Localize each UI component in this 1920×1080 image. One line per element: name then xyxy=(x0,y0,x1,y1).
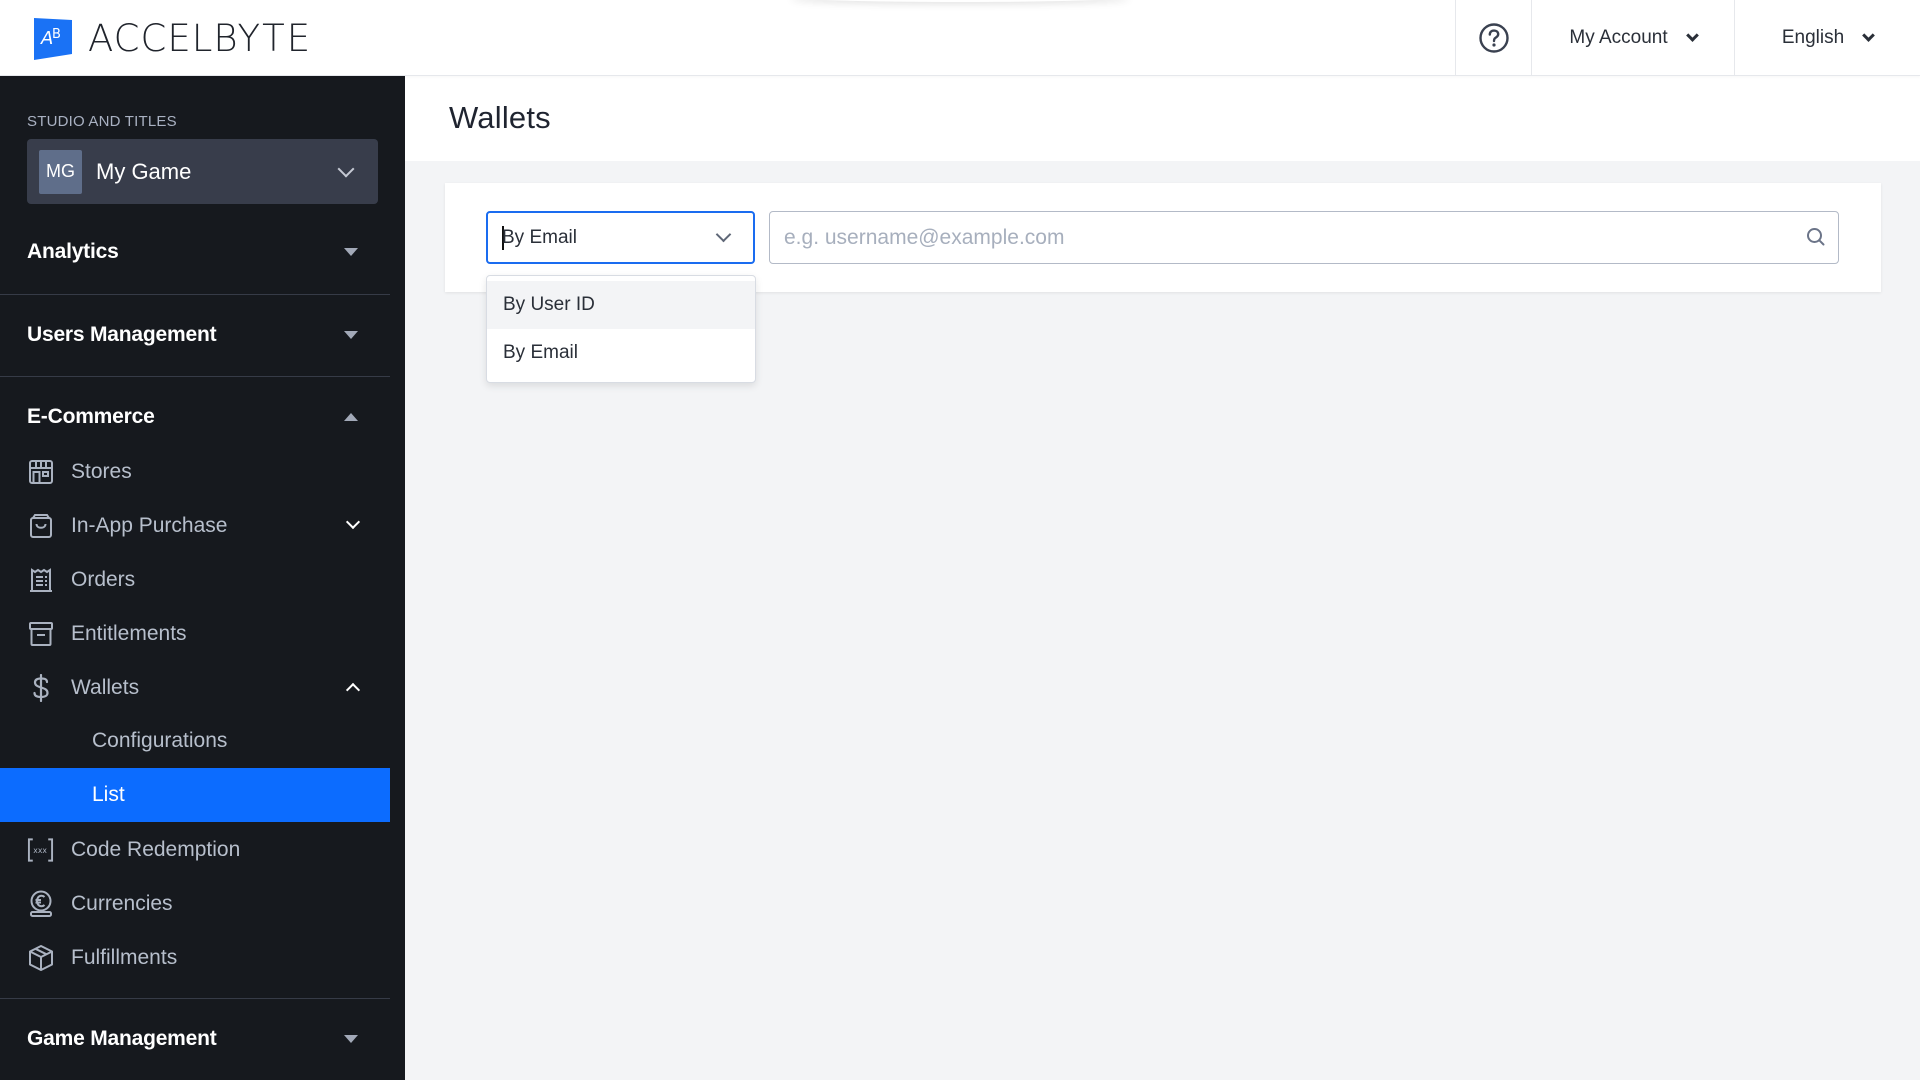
brand-name-accel: ACCEL xyxy=(88,17,214,60)
title-selector[interactable]: MG My Game xyxy=(27,139,378,204)
logo-mark-icon: A B xyxy=(34,18,72,60)
package-icon xyxy=(27,945,54,972)
sidebar-item-fulfillments[interactable]: Fulfillments xyxy=(0,931,390,985)
nav-label: Code Redemption xyxy=(71,838,241,861)
search-filter-dropdown: By User ID By Email xyxy=(486,275,756,383)
nav-label: Wallets xyxy=(71,676,140,699)
caret-down-icon xyxy=(344,331,358,339)
euro-coin-icon xyxy=(27,890,54,918)
nav-label: In-App Purchase xyxy=(71,514,228,537)
sidebar-item-wallets-configurations[interactable]: Configurations xyxy=(0,714,390,768)
chevron-down-icon xyxy=(337,160,355,177)
search-filter-select[interactable]: By Email xyxy=(486,211,755,264)
sidebar-item-entitlements[interactable]: Entitlements xyxy=(0,607,390,661)
nav-label: Stores xyxy=(71,460,132,483)
sidebar-divider xyxy=(0,376,390,377)
chevron-down-icon xyxy=(715,226,732,243)
dollar-icon xyxy=(27,674,54,702)
sidebar-divider xyxy=(0,998,390,999)
nav-label: Orders xyxy=(71,568,136,591)
search-icon[interactable] xyxy=(1806,227,1826,247)
store-icon xyxy=(27,459,54,486)
nav-label: Currencies xyxy=(71,892,173,915)
help-button[interactable] xyxy=(1455,0,1531,76)
nav-label: List xyxy=(92,783,125,806)
chevron-down-icon xyxy=(345,514,361,530)
brand-name: ACCELBYTE xyxy=(88,18,312,60)
sidebar-section-analytics[interactable]: Analytics xyxy=(0,228,390,276)
sidebar-section-users-management[interactable]: Users Management xyxy=(0,311,390,359)
top-notification-shadow xyxy=(790,0,1130,2)
section-label: Analytics xyxy=(27,240,119,263)
chevron-down-icon xyxy=(1862,29,1876,42)
sidebar-item-code-redemption[interactable]: xxx Code Redemption xyxy=(0,823,390,877)
archive-icon xyxy=(27,621,54,648)
sidebar-divider xyxy=(0,294,390,295)
dropdown-option-by-email[interactable]: By Email xyxy=(487,329,755,377)
search-filter-value: By Email xyxy=(502,227,577,248)
search-input[interactable] xyxy=(784,212,1784,263)
sidebar-item-wallets[interactable]: Wallets xyxy=(0,661,390,715)
search-field xyxy=(769,211,1839,264)
page-header: Wallets xyxy=(405,76,1920,161)
accelbyte-logo[interactable]: A B ACCELBYTE xyxy=(34,18,312,60)
my-account-label: My Account xyxy=(1569,27,1668,48)
caret-down-icon xyxy=(344,248,358,256)
sidebar-item-wallets-list[interactable]: List xyxy=(0,768,390,822)
language-label: English xyxy=(1781,27,1845,48)
section-label: E-Commerce xyxy=(27,405,155,428)
receipt-icon xyxy=(27,567,54,594)
my-account-menu[interactable]: My Account xyxy=(1531,0,1734,76)
section-label: Game Management xyxy=(27,1027,217,1050)
language-menu[interactable]: English xyxy=(1734,0,1920,76)
question-circle-icon xyxy=(1478,23,1509,53)
caret-down-icon xyxy=(344,1035,358,1043)
nav-label: Entitlements xyxy=(71,622,187,645)
chevron-up-icon xyxy=(345,682,361,698)
svg-text:xxx: xxx xyxy=(33,846,47,855)
chevron-down-icon xyxy=(1685,29,1699,42)
title-name: My Game xyxy=(96,158,192,184)
caret-up-icon xyxy=(344,413,358,421)
code-brackets-icon: xxx xyxy=(27,837,54,864)
brand-name-byte: BYTE xyxy=(213,17,313,60)
section-label: Users Management xyxy=(27,323,217,346)
shopping-bag-icon xyxy=(27,513,54,540)
sidebar-item-in-app-purchase[interactable]: In-App Purchase xyxy=(0,499,390,553)
svg-text:B: B xyxy=(52,27,61,42)
header-actions: My Account English xyxy=(1455,0,1920,76)
nav-label: Fulfillments xyxy=(71,946,178,969)
sidebar-section-game-management[interactable]: Game Management xyxy=(0,1015,390,1063)
nav-label: Configurations xyxy=(92,729,228,752)
title-avatar: MG xyxy=(39,149,82,194)
sidebar-item-stores[interactable]: Stores xyxy=(0,445,390,499)
page-title: Wallets xyxy=(449,100,551,135)
sidebar: STUDIO AND TITLES MG My Game Analytics U… xyxy=(0,76,405,1080)
dropdown-option-by-user-id[interactable]: By User ID xyxy=(487,281,755,329)
studio-and-titles-label: STUDIO AND TITLES xyxy=(27,113,177,130)
sidebar-item-orders[interactable]: Orders xyxy=(0,553,390,607)
sidebar-section-ecommerce[interactable]: E-Commerce xyxy=(0,393,390,441)
top-bar: A B ACCELBYTE My Account English xyxy=(0,0,1920,76)
sidebar-item-currencies[interactable]: Currencies xyxy=(0,877,390,931)
